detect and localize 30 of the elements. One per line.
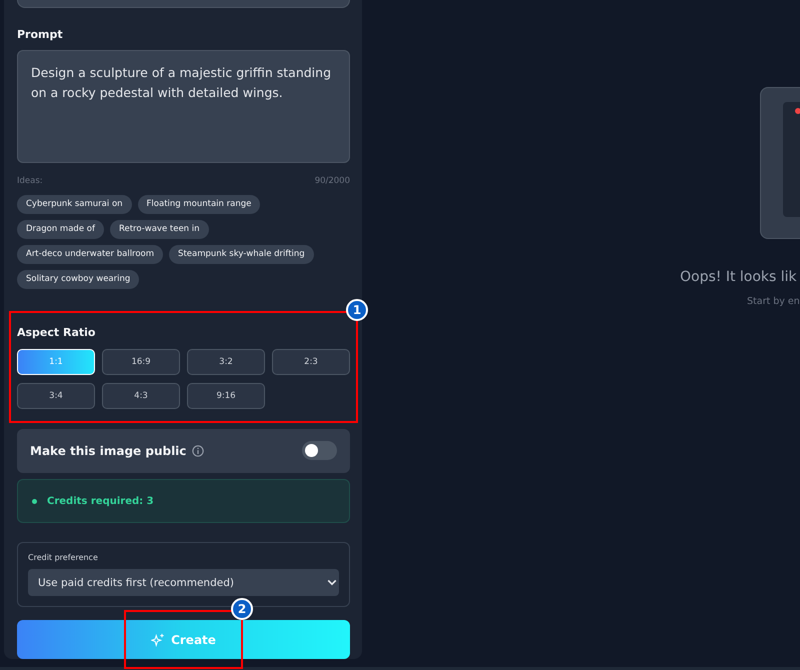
ratio-option[interactable]: 4:3 [102, 382, 180, 409]
character-counter: 90/2000 [314, 176, 350, 186]
ratio-option[interactable]: 9:16 [187, 382, 265, 409]
idea-chip[interactable]: Art-deco underwater ballroom [17, 244, 164, 264]
ideas-label: Ideas: [17, 176, 43, 186]
toggle-switch[interactable] [302, 441, 337, 460]
empty-subtitle: Start by en [747, 296, 800, 307]
idea-chip[interactable]: Retro-wave teen in [110, 220, 209, 239]
sparkle-icon [151, 632, 166, 647]
public-label: Make this image public [30, 444, 186, 458]
status-dot [32, 498, 37, 504]
ratio-option[interactable]: 2:3 [272, 348, 350, 375]
indicator-dot [795, 108, 800, 114]
credits-text: Credits required: 3 [47, 496, 154, 507]
preference-label: Credit preference [28, 553, 99, 562]
empty-title: Oops! It looks lik [680, 269, 797, 285]
idea-chip[interactable]: Dragon made of [17, 220, 104, 239]
preference-dropdown[interactable]: Use paid credits first (recommended) [28, 569, 339, 596]
prompt-label: Prompt [17, 28, 64, 41]
ratio-option[interactable]: 3:4 [17, 382, 95, 409]
ratio-option[interactable]: 3:2 [187, 348, 265, 375]
idea-chip[interactable]: Steampunk sky-whale drifting [169, 244, 314, 264]
idea-chip[interactable]: Cyberpunk samurai on [17, 194, 132, 214]
aspect-ratio-label: Aspect Ratio [17, 326, 96, 339]
ratio-option[interactable]: 16:9 [102, 348, 180, 375]
idea-chip[interactable]: Floating mountain range [138, 194, 260, 214]
idea-chip[interactable]: Solitary cowboy wearing [17, 270, 140, 289]
info-icon[interactable] [192, 444, 204, 457]
prompt-field[interactable]: Design a sculpture of a majestic griffin standing on a rocky pedestal with detailed wings. [17, 50, 350, 163]
chevron-icon [327, 579, 337, 586]
